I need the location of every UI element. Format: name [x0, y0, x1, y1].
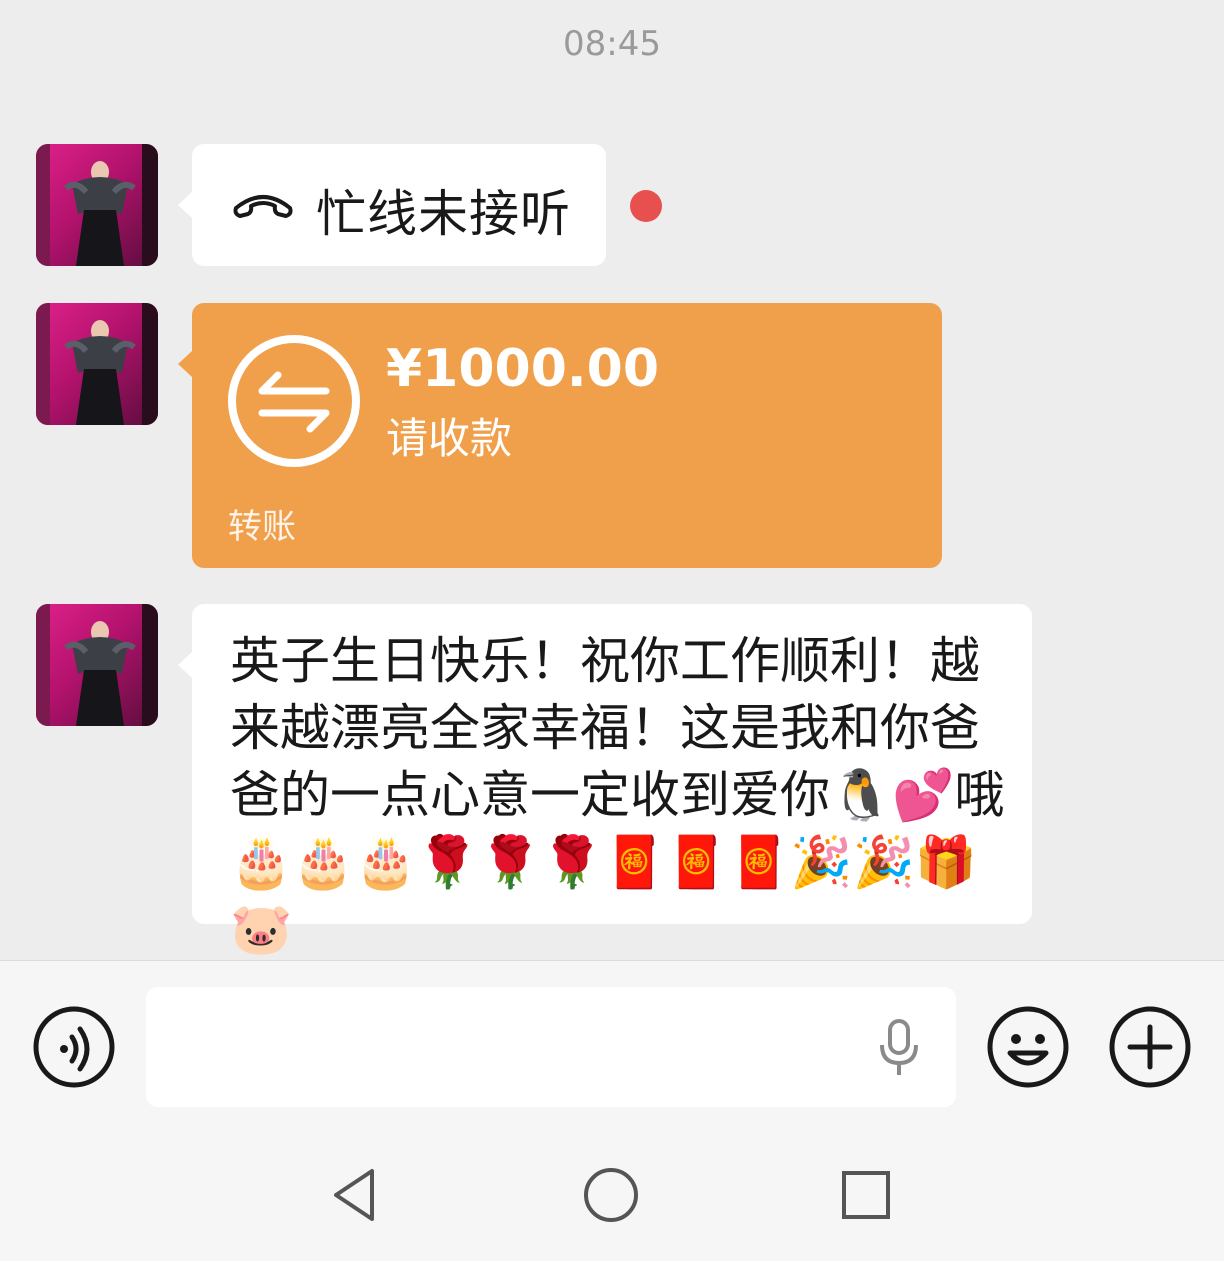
voice-input-icon[interactable] — [32, 1005, 116, 1089]
system-nav-bar — [0, 1131, 1224, 1261]
timestamp: 08:45 — [563, 24, 661, 64]
avatar[interactable] — [36, 604, 158, 726]
transfer-label: 转账 — [228, 507, 296, 547]
text-message-bubble[interactable]: 英子生日快乐！祝你工作顺利！越来越漂亮全家幸福！这是我和你爸爸的一点心意一定收到… — [178, 604, 1032, 958]
emoji-icon[interactable] — [986, 1005, 1070, 1089]
transfer-status: 请收款 — [386, 414, 513, 463]
unread-dot — [630, 190, 662, 222]
microphone-icon[interactable] — [876, 1019, 922, 1077]
back-triangle-icon[interactable] — [326, 1165, 386, 1225]
avatar[interactable] — [36, 144, 158, 266]
avatar[interactable] — [36, 303, 158, 425]
message-input[interactable] — [146, 987, 956, 1107]
home-circle-icon[interactable] — [581, 1165, 641, 1225]
recents-square-icon[interactable] — [836, 1165, 896, 1225]
transfer-amount: ¥1000.00 — [386, 339, 660, 399]
plus-icon[interactable] — [1108, 1005, 1192, 1089]
missed-call-text: 忙线未接听 — [316, 185, 571, 243]
transfer-bubble[interactable]: ¥1000.00 请收款 转账 — [178, 303, 942, 568]
input-bar — [0, 960, 1224, 1131]
missed-call-bubble[interactable]: 忙线未接听 — [178, 144, 606, 266]
hangup-phone-icon — [233, 195, 293, 218]
message-text: 英子生日快乐！祝你工作顺利！越来越漂亮全家幸福！这是我和你爸爸的一点心意一定收到… — [230, 632, 1005, 958]
transfer-arrows-icon — [228, 335, 360, 467]
